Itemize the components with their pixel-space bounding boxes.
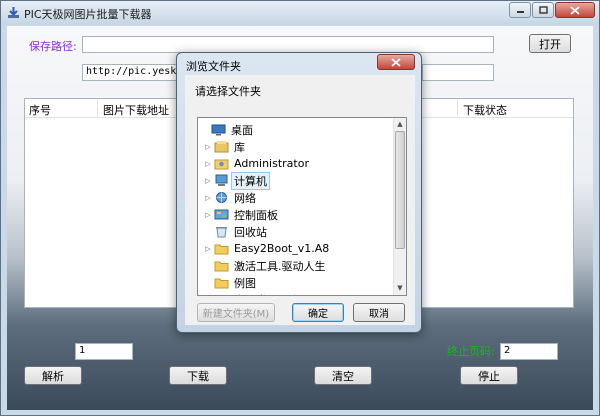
close-icon (570, 5, 580, 15)
new-folder-button[interactable]: 新建文件夹(M) (197, 303, 275, 322)
column-divider[interactable] (457, 99, 458, 118)
minimize-icon (516, 11, 524, 13)
expand-arrow-icon[interactable]: ▷ (204, 194, 212, 202)
url-input-tail[interactable] (422, 64, 494, 81)
library-icon (214, 141, 229, 153)
clear-button[interactable]: 清空 (314, 366, 372, 385)
title-bar: PIC天极网图片批量下载器 (1, 1, 599, 25)
tree-item-label: 激活工具.驱动人生 (234, 259, 326, 273)
download-button[interactable]: 下载 (169, 366, 227, 385)
recycle-bin-icon (216, 227, 227, 238)
dialog-prompt: 请选择文件夹 (195, 85, 261, 98)
column-header-index[interactable]: 序号 (29, 102, 51, 118)
tree-item[interactable]: ▷ 网络 (198, 189, 394, 206)
tree-item-label: 桌面 (231, 123, 253, 137)
maximize-icon (538, 6, 548, 14)
open-button[interactable]: 打开 (529, 34, 571, 53)
expand-arrow-icon[interactable]: ▷ (204, 160, 212, 168)
user-folder-icon (214, 159, 229, 170)
tree-item[interactable]: 回收站 (198, 223, 394, 240)
window-title: PIC天极网图片批量下载器 (24, 8, 152, 21)
end-page-input[interactable]: 2 (500, 343, 558, 360)
tree-item-label: 网络 (234, 191, 256, 205)
desktop-icon (211, 124, 226, 136)
url-input[interactable]: http://pic.yesky.com/3 (82, 64, 182, 81)
dialog-close-button[interactable] (377, 54, 415, 70)
minimize-button[interactable] (509, 2, 531, 18)
save-path-input[interactable] (82, 36, 494, 53)
column-header-url[interactable]: 图片下载地址 (103, 102, 169, 118)
maximize-button[interactable] (532, 2, 554, 18)
tree-item[interactable]: ▷ Easy2Boot_v1.A8 (198, 240, 394, 257)
tree-item[interactable]: ▷ 计算机 (198, 171, 394, 190)
stop-button[interactable]: 停止 (460, 366, 518, 385)
tree-item[interactable]: 官用常用 通知开 (198, 291, 394, 296)
ok-button[interactable]: 确定 (292, 303, 344, 322)
save-path-label: 保存路径: (29, 40, 77, 53)
tree-item-label: 回收站 (234, 225, 267, 239)
folder-icon (214, 244, 229, 255)
tree-item[interactable]: 桌面 (198, 121, 394, 138)
tree-scrollbar[interactable]: ▲ ▼ (393, 118, 406, 295)
tree-item-label: 官用常用 通知开 (232, 292, 317, 296)
tree-item-label: 库 (234, 140, 245, 154)
folder-tree[interactable]: 桌面 ▷ 库 ▷ Administrator ▷ 计算机 ▷ 网络 ▷ 控制面板 回收站 ▷ Easy2B… (197, 117, 407, 296)
scroll-up-arrow-icon[interactable]: ▲ (394, 118, 406, 130)
tree-item-label: Easy2Boot_v1.A8 (234, 242, 330, 255)
computer-icon (215, 174, 228, 186)
column-divider[interactable] (97, 99, 98, 118)
tree-item[interactable]: ▷ 控制面板 (198, 206, 394, 223)
end-page-label: 终止页码: (447, 345, 495, 358)
control-panel-icon (214, 209, 229, 220)
parse-button[interactable]: 解析 (24, 366, 82, 385)
tree-item[interactable]: 例图 (198, 274, 394, 291)
tree-item[interactable]: ▷ 库 (198, 138, 394, 155)
column-header-status[interactable]: 下载状态 (463, 102, 507, 118)
tree-item[interactable]: 激活工具.驱动人生 (198, 257, 394, 274)
scroll-down-arrow-icon[interactable]: ▼ (394, 282, 406, 294)
dialog-body: 请选择文件夹 桌面 ▷ 库 ▷ Administrator ▷ 计算机 ▷ 网络 ▷ 控制面板 回收站… (185, 75, 415, 325)
start-page-input[interactable]: 1 (75, 343, 133, 360)
expand-arrow-icon[interactable]: ▷ (204, 245, 212, 253)
tree-item-label: Administrator (234, 157, 309, 170)
tree-item[interactable]: ▷ Administrator (198, 155, 394, 172)
cancel-button[interactable]: 取消 (353, 303, 405, 322)
tree-item-label: 控制面板 (234, 208, 278, 222)
tree-item-label: 计算机 (231, 171, 270, 190)
app-download-icon (8, 7, 19, 18)
expand-arrow-icon[interactable]: ▷ (204, 143, 212, 151)
expand-arrow-icon[interactable]: ▷ (204, 211, 212, 219)
close-icon (391, 57, 401, 67)
close-button[interactable] (555, 2, 595, 18)
folder-icon (214, 278, 229, 289)
expand-arrow-icon[interactable]: ▷ (204, 177, 212, 185)
browse-folder-dialog: 浏览文件夹 请选择文件夹 桌面 ▷ 库 ▷ Administrator ▷ 计算机 ▷ 网络 ▷ 控… (176, 52, 422, 333)
scrollbar-thumb[interactable] (395, 131, 405, 249)
dialog-title: 浏览文件夹 (186, 60, 241, 73)
folder-icon (214, 293, 229, 296)
folder-icon (214, 261, 229, 272)
tree-item-label: 例图 (234, 276, 256, 290)
folder-tree-rows: 桌面 ▷ 库 ▷ Administrator ▷ 计算机 ▷ 网络 ▷ 控制面板 回收站 ▷ Easy2B… (198, 121, 394, 296)
network-icon (216, 192, 227, 203)
